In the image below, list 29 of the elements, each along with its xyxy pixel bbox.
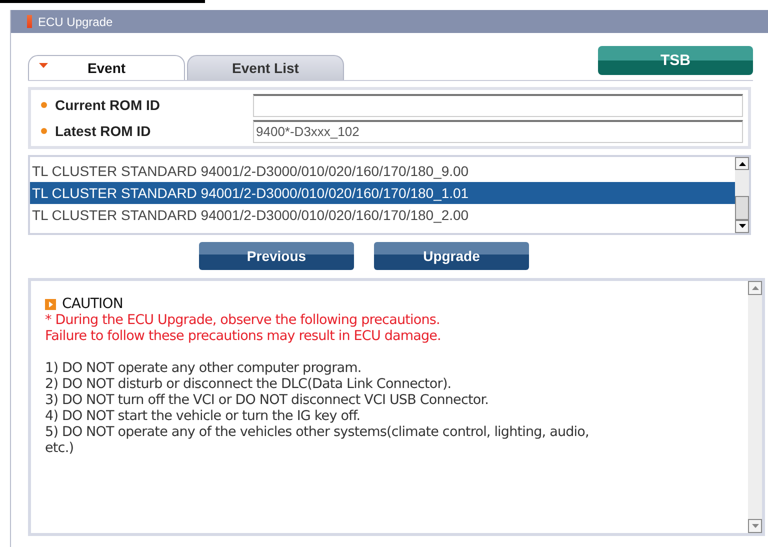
input-field[interactable]: 9400*-D3xxx_102 xyxy=(253,120,743,142)
input-field[interactable] xyxy=(253,94,743,116)
list-item[interactable]: TL CLUSTER STANDARD 94001/2-D3000/010/020/160/170/180_1.01 xyxy=(30,182,735,204)
precaution-text: 3) DO NOT turn off the VCI or DO NOT disconnect VCI USB Connector. xyxy=(45,392,490,408)
tab[interactable]: Event List xyxy=(187,55,344,80)
warning-text: * During the ECU Upgrade, observe the following precautions. xyxy=(45,312,441,328)
field-label: Current ROM ID xyxy=(55,97,161,113)
list-item[interactable]: TL CLUSTER STANDARD 94001/2-D3000/010/020/160/170/180_2.00 xyxy=(30,204,735,226)
scrollbar[interactable] xyxy=(735,157,749,233)
caution-title: CAUTION xyxy=(62,296,123,312)
caret-icon xyxy=(39,63,48,68)
precaution-text: 2) DO NOT disturb or disconnect the DLC(Data Link Connector). xyxy=(45,376,452,392)
field-label: Latest ROM ID xyxy=(55,123,152,139)
scroll-up-icon[interactable] xyxy=(735,157,749,170)
precaution-text: 1) DO NOT operate any other computer program. xyxy=(45,360,362,376)
precaution-text: 5) DO NOT operate any of the vehicles other systems(climate control, lighting, audio, etc.) xyxy=(45,424,590,456)
bullet-icon xyxy=(41,128,47,134)
warning-text: Failure to follow these precautions may result in ECU damage. xyxy=(45,328,442,344)
tab[interactable]: Event xyxy=(28,55,185,80)
scroll-down-icon[interactable] xyxy=(735,220,749,233)
caution-icon xyxy=(45,298,56,310)
window-title: ECU Upgrade xyxy=(38,14,113,28)
scroll-thumb[interactable] xyxy=(735,196,749,220)
action-button[interactable]: Previous xyxy=(199,242,354,270)
precaution-text: 4) DO NOT start the vehicle or turn the IG key off. xyxy=(45,408,362,424)
bullet-icon xyxy=(41,102,47,108)
list-item[interactable]: TL CLUSTER STANDARD 94001/2-D3000/010/020/160/170/180_9.00 xyxy=(30,160,735,182)
action-button[interactable]: Upgrade xyxy=(374,242,529,270)
title-mark-icon xyxy=(27,15,32,28)
